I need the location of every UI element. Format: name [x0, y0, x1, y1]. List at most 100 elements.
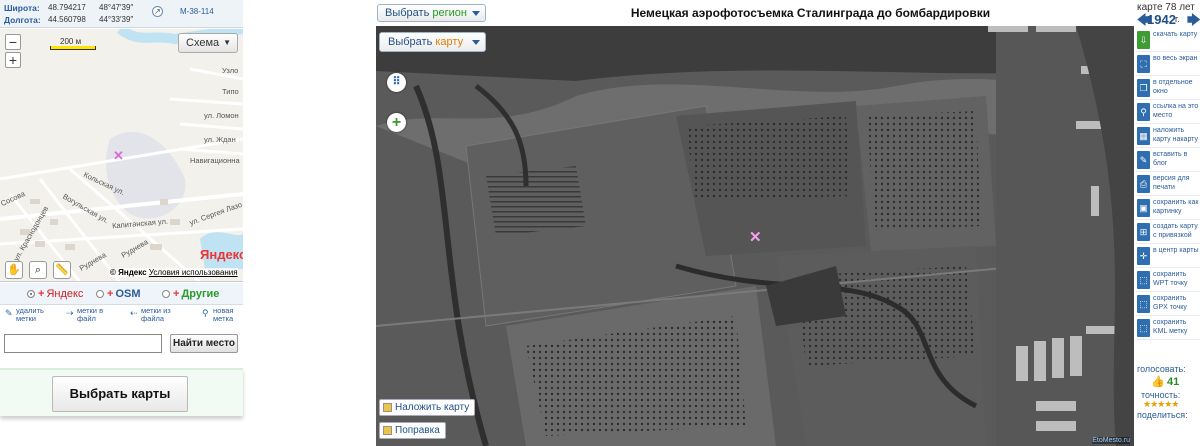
sidebar-item-gpx[interactable]: ⬚ сохранить GPX точку	[1135, 292, 1200, 316]
map-prefix: Выбрать	[388, 36, 436, 48]
sidebar-item-label: в отдельное окно	[1153, 79, 1193, 95]
zoom-in-button[interactable]: +	[5, 52, 21, 68]
yandex-logo: Яндекс	[200, 247, 243, 262]
sidebar-item-label: сохранить GPX точку	[1153, 295, 1187, 311]
correction-button[interactable]: Поправка	[379, 422, 446, 439]
schema-label: Схема	[186, 37, 220, 49]
georef-icon: ⊞	[1137, 223, 1150, 241]
scale-bar	[50, 46, 96, 50]
place-search-input[interactable]	[4, 334, 162, 353]
overlay-map-button[interactable]: Наложить карту	[379, 399, 476, 416]
select-map-button[interactable]: Выбрать карту	[379, 32, 487, 52]
sidebar-item-label: сохранить KML метку	[1153, 319, 1188, 335]
plus-icon: +	[38, 288, 45, 300]
compass-icon[interactable]: ↗	[152, 6, 163, 17]
schema-select[interactable]: Схема ▼	[178, 33, 238, 53]
latitude-label: Широта:	[4, 3, 40, 13]
select-region-button[interactable]: Выбрать регион	[377, 4, 486, 22]
sidebar-item-download[interactable]: ⇩ скачать карту	[1135, 28, 1200, 52]
map-attribution: EtoMesto.ru	[1092, 437, 1130, 444]
radio-icon[interactable]	[96, 290, 104, 298]
page-header: Выбрать регион Немецкая аэрофотосъемка С…	[376, 0, 1135, 25]
sidebar-item-window[interactable]: ❐ в отдельное окно	[1135, 76, 1200, 100]
marks-from-file-button[interactable]: ⇠ метки из файла	[130, 307, 171, 323]
radio-icon[interactable]	[27, 290, 35, 298]
provider-yandex[interactable]: + Яндекс	[27, 288, 83, 300]
chevron-down-icon	[471, 11, 480, 16]
sidebar-item-kml[interactable]: ⬚ сохранить KML метку	[1135, 316, 1200, 340]
delete-icon: ✎	[5, 308, 13, 318]
coordinates-bar: Широта: 48.794217 48°47′39″ Долгота: 44.…	[0, 0, 243, 28]
year-suffix: г.	[1175, 14, 1180, 24]
provider-osm[interactable]: + OSM	[96, 288, 141, 300]
action-label: файл	[77, 314, 96, 323]
import-icon: ⇠	[130, 308, 138, 318]
right-sidebar: карте 78 лет 🡄 1942 г. 🡆 ⇩ скачать карту ⛶…	[1135, 0, 1200, 446]
share-label: поделиться:	[1137, 410, 1188, 420]
sidebar-item-center[interactable]: ✛ в центр карты	[1135, 244, 1200, 268]
sidebar-item-label: вставить в блог	[1153, 151, 1188, 167]
ruler-icon[interactable]: 📏	[53, 261, 71, 279]
longitude-row: Долгота: 44.560798 44°33′39″	[4, 14, 133, 26]
latitude-row: Широта: 48.794217 48°47′39″	[4, 2, 133, 14]
terms-link[interactable]: Условия использования	[149, 268, 238, 277]
overlay-icon: ▦	[1137, 127, 1150, 145]
location-marker-icon: ✕	[113, 148, 124, 163]
page-title: Немецкая аэрофотосъемка Сталинграда до б…	[630, 6, 991, 20]
vote-label: голосовать:	[1137, 364, 1186, 374]
location-marker-icon: ✕	[749, 229, 762, 246]
sidebar-item-overlay[interactable]: ▦ наложить карту накарту	[1135, 124, 1200, 148]
sidebar-item-georef[interactable]: ⊞ создать карту с привязкой	[1135, 220, 1200, 244]
thumbs-up-icon[interactable]: 👍	[1151, 375, 1165, 388]
action-label: файла	[141, 314, 165, 323]
link-icon: ⚲	[1137, 103, 1150, 121]
action-label: метки	[16, 314, 36, 323]
longitude-dms: 44°33′39″	[99, 15, 134, 24]
gpx-icon: ⬚	[1137, 295, 1150, 313]
sidebar-item-fullscreen[interactable]: ⛶ во весь экран	[1135, 52, 1200, 76]
provider-others[interactable]: + Другие	[162, 288, 219, 300]
window-icon: ❐	[1137, 79, 1150, 97]
magnifier-icon[interactable]: ⌕	[29, 261, 47, 279]
sidebar-item-label: скачать карту	[1153, 31, 1198, 38]
radio-icon[interactable]	[162, 290, 170, 298]
map-copyright: © Яндекс Условия использования	[110, 268, 238, 277]
sidebar-item-blog[interactable]: ✎ вставить в блог	[1135, 148, 1200, 172]
plus-icon: +	[173, 288, 180, 300]
overlay-icon	[383, 403, 392, 412]
sidebar-item-picture[interactable]: ▣ сохранить как картинку	[1135, 196, 1200, 220]
new-mark-button[interactable]: ⚲ новая метка	[202, 307, 233, 323]
map-sheet-code[interactable]: M-38-114	[180, 7, 214, 16]
mini-map[interactable]: − + 200 м Схема ▼ Узло Типо ул. Ломон ул…	[0, 29, 243, 282]
region-word: регион	[432, 7, 467, 19]
add-icon[interactable]: +	[387, 113, 406, 132]
hand-tool-icon[interactable]: ✋	[5, 261, 23, 279]
zoom-out-button[interactable]: −	[5, 34, 21, 50]
blog-icon: ✎	[1137, 151, 1150, 169]
sidebar-item-link[interactable]: ⚲ ссылка на это место	[1135, 100, 1200, 124]
overlay-map-label: Наложить карту	[395, 402, 470, 413]
longitude-value: 44.560798	[48, 15, 86, 24]
accuracy-stars[interactable]: ★★★★★	[1143, 399, 1179, 410]
scale-label: 200 м	[60, 37, 82, 46]
grid-icon[interactable]: ⠿	[387, 73, 406, 92]
fullscreen-icon: ⛶	[1137, 55, 1150, 73]
sidebar-item-wpt[interactable]: ⬚ сохранить WPT точку	[1135, 268, 1200, 292]
print-icon: ⎙	[1137, 175, 1150, 193]
sidebar-item-label: создать карту с привязкой	[1153, 223, 1198, 239]
marks-to-file-button[interactable]: ⇢ метки в файл	[66, 307, 103, 323]
pin-icon: ⚲	[202, 308, 209, 318]
vote-count: 41	[1167, 376, 1180, 388]
choose-maps-button[interactable]: Выбрать карты	[52, 376, 188, 412]
picture-icon: ▣	[1137, 199, 1150, 217]
find-place-button[interactable]: Найти место	[170, 334, 238, 353]
map-word: карту	[435, 36, 464, 48]
region-prefix: Выбрать	[385, 7, 433, 19]
street-label: Навигационна	[190, 156, 240, 165]
plus-icon: +	[107, 288, 114, 300]
sidebar-item-print[interactable]: ⎙ версия для печати	[1135, 172, 1200, 196]
street-label: ул. Ломон	[204, 111, 239, 120]
aerial-photo-map[interactable]: Выбрать карту ⠿ + ✕ Наложить карту Попра…	[376, 26, 1134, 446]
sidebar-item-label: во весь экран	[1153, 55, 1198, 62]
delete-marks-button[interactable]: ✎ удалить метки	[5, 307, 44, 323]
